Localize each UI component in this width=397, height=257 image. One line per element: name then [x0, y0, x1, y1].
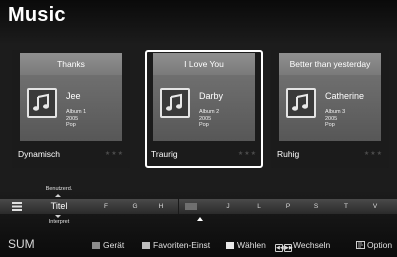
- song-title: Thanks: [20, 53, 122, 75]
- mood-label: Ruhig: [277, 149, 300, 159]
- sort-option-previous[interactable]: Benutzerd.: [28, 186, 90, 192]
- album-info-panel: Jee Album 1 2005 Pop: [20, 75, 122, 141]
- hint-label: Gerät: [103, 240, 125, 250]
- mood-label: Dynamisch: [18, 149, 61, 159]
- chevron-down-icon[interactable]: [55, 215, 61, 218]
- album-meta: Album 2 2005 Pop: [199, 109, 219, 129]
- card-footer: Traurig ★★★: [147, 148, 261, 164]
- sort-option-next[interactable]: Interpret: [28, 219, 90, 225]
- album-genre: Pop: [325, 122, 335, 128]
- sort-bar: Benutzerd. Titel F G H J L P S T V Inter…: [0, 178, 397, 233]
- album-carousel: Thanks Jee Album 1 2005 Pop Dynamisch ★★…: [0, 50, 397, 168]
- letter-item[interactable]: G: [128, 199, 142, 214]
- music-note-icon: [27, 88, 57, 118]
- hint-option[interactable]: Option: [356, 240, 392, 250]
- letter-item[interactable]: J: [221, 199, 235, 214]
- hint-label: Favoriten-Einst: [153, 240, 211, 250]
- letter-item[interactable]: T: [339, 199, 353, 214]
- letter-item[interactable]: V: [368, 199, 382, 214]
- music-note-icon: [286, 88, 316, 118]
- album-card[interactable]: Better than yesterday Catherine Album 3 …: [271, 50, 389, 168]
- sort-row: Titel F G H J L P S T V: [0, 199, 397, 214]
- album-info-panel: Darby Album 2 2005 Pop: [153, 75, 255, 141]
- card-footer: Dynamisch ★★★: [12, 148, 130, 164]
- letter-cursor: [185, 203, 197, 210]
- letter-item[interactable]: P: [281, 199, 295, 214]
- hint-select[interactable]: Wählen: [226, 240, 266, 250]
- rewind-button-icon: ◀◀: [275, 243, 284, 252]
- artist-name: Jee: [66, 91, 81, 101]
- artist-name: Catherine: [325, 91, 365, 101]
- button-c-icon: [226, 241, 234, 249]
- letter-item[interactable]: H: [154, 199, 168, 214]
- card-footer: Ruhig ★★★: [271, 148, 389, 164]
- tools-icon: [356, 240, 365, 249]
- album-info-panel: Catherine Album 3 2005 Pop: [279, 75, 381, 141]
- hint-label: Wählen: [237, 240, 266, 250]
- forward-button-icon: ▶▶: [284, 243, 293, 252]
- album-card[interactable]: Thanks Jee Album 1 2005 Pop Dynamisch ★★…: [12, 50, 130, 168]
- rating-stars: ★★★: [104, 151, 124, 157]
- list-icon: [12, 202, 22, 211]
- mood-label: Traurig: [151, 149, 178, 159]
- artist-name: Darby: [199, 91, 224, 101]
- hint-label: Wechseln: [293, 240, 331, 250]
- sort-selector[interactable]: Titel: [28, 199, 90, 214]
- help-bar: SUM Gerät Favoriten-Einst Wählen ◀◀▶▶Wec…: [0, 235, 397, 255]
- album-genre: Pop: [199, 122, 209, 128]
- album-name: Album 3: [325, 109, 346, 115]
- music-screen: Music Thanks Jee Album 1 2005 Pop Dynami…: [0, 0, 397, 257]
- album-name: Album 2: [199, 109, 220, 115]
- chevron-up-icon[interactable]: [55, 194, 61, 197]
- source-label: SUM: [8, 237, 35, 251]
- hint-label: Option: [367, 240, 393, 250]
- album-genre: Pop: [66, 122, 76, 128]
- album-meta: Album 1 2005 Pop: [66, 109, 86, 129]
- song-title: Better than yesterday: [279, 53, 381, 75]
- hint-device[interactable]: Gerät: [92, 240, 124, 250]
- page-title: Music: [8, 4, 66, 26]
- button-b-icon: [142, 241, 150, 249]
- letter-item[interactable]: L: [252, 199, 266, 214]
- letter-item[interactable]: F: [99, 199, 113, 214]
- rating-stars: ★★★: [237, 151, 257, 157]
- hint-switch[interactable]: ◀◀▶▶Wechseln: [275, 240, 330, 252]
- letter-index: F G H J L P S T V: [92, 199, 397, 214]
- hint-favorites[interactable]: Favoriten-Einst: [142, 240, 210, 250]
- album-meta: Album 3 2005 Pop: [325, 109, 345, 129]
- letter-pointer-icon: [197, 217, 203, 221]
- album-name: Album 1: [66, 109, 87, 115]
- song-title: I Love You: [153, 53, 255, 75]
- music-note-icon: [160, 88, 190, 118]
- rating-stars: ★★★: [363, 151, 383, 157]
- album-card-selected[interactable]: I Love You Darby Album 2 2005 Pop Trauri…: [145, 50, 263, 168]
- button-a-icon: [92, 241, 100, 249]
- letter-item[interactable]: S: [309, 199, 323, 214]
